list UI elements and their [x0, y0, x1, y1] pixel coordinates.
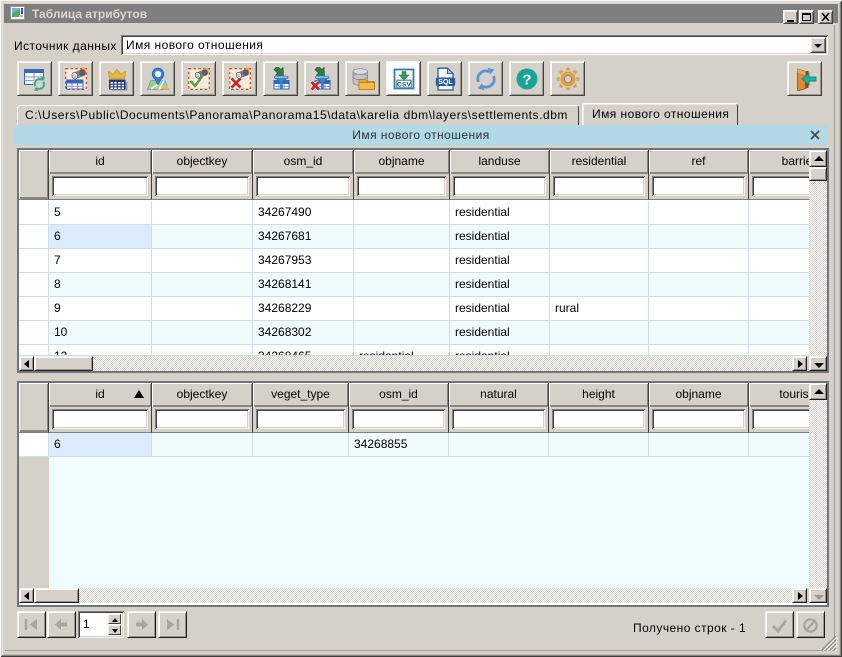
- svg-text:CSV: CSV: [397, 82, 411, 89]
- svg-text:?: ?: [522, 72, 531, 89]
- svg-text:SQL: SQL: [438, 79, 453, 86]
